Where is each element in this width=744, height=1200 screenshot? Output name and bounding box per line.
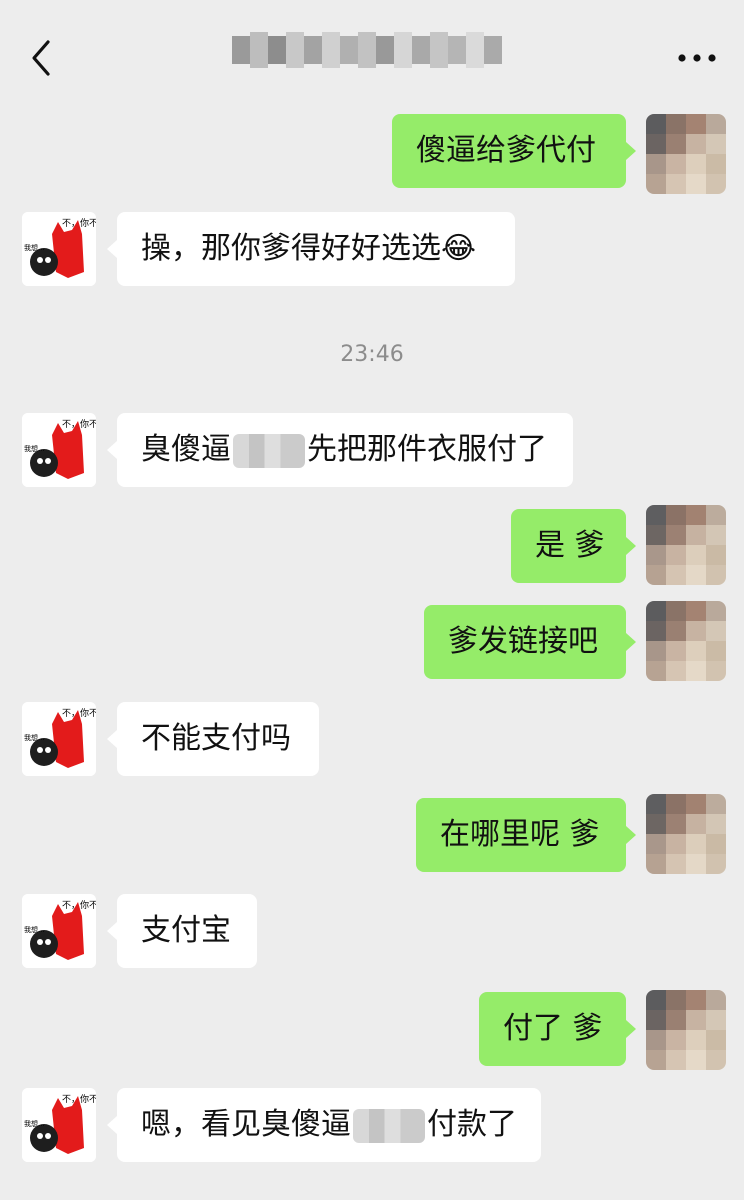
redacted-name bbox=[233, 433, 305, 468]
contact-avatar[interactable]: 不，你不想 我想... bbox=[22, 413, 96, 487]
message-bubble-outgoing[interactable]: 是 爹 bbox=[511, 509, 626, 583]
contact-avatar[interactable]: 不，你不想 我想... bbox=[22, 1088, 96, 1162]
sticker-text-top: 不，你不想 bbox=[62, 899, 96, 911]
message-bubble-outgoing[interactable]: 付了 爹 bbox=[479, 992, 626, 1066]
bubble-tail bbox=[626, 826, 636, 844]
timestamp: 23:46 bbox=[340, 342, 404, 367]
message-text: 是 爹 bbox=[535, 528, 605, 563]
bubble-tail bbox=[626, 537, 636, 555]
sticker-text-top: 不，你不想 bbox=[62, 1093, 96, 1105]
sticker-text-bottom: 我想... bbox=[24, 733, 45, 742]
my-avatar[interactable] bbox=[646, 601, 726, 681]
message-text-after: 先把那件衣服付了 bbox=[307, 432, 547, 467]
sticker-avatar: 不，你不想 我想... bbox=[22, 702, 96, 776]
message-text-before: 臭傻逼 bbox=[141, 432, 231, 467]
sticker-text-bottom: 我想... bbox=[24, 444, 45, 453]
blurred-title bbox=[232, 32, 502, 68]
bubble-tail bbox=[107, 1116, 117, 1134]
blurred-avatar bbox=[646, 601, 726, 681]
sticker-text-top: 不，你不想 bbox=[62, 217, 96, 229]
contact-avatar[interactable]: 不，你不想 我想... bbox=[22, 894, 96, 968]
my-avatar[interactable] bbox=[646, 114, 726, 194]
message-bubble-outgoing[interactable]: 傻逼给爹代付 bbox=[392, 114, 626, 188]
message-text-before: 嗯，看见臭傻逼 bbox=[141, 1107, 351, 1142]
bubble-tail bbox=[107, 922, 117, 940]
bubble-tail bbox=[107, 441, 117, 459]
sticker-text-bottom: 我想... bbox=[24, 1119, 45, 1128]
sticker-text-top: 不，你不想 bbox=[62, 707, 96, 719]
bubble-tail bbox=[626, 633, 636, 651]
redacted-name bbox=[353, 1108, 425, 1143]
my-avatar[interactable] bbox=[646, 990, 726, 1070]
bubble-tail bbox=[626, 1020, 636, 1038]
sticker-avatar: 不，你不想 我想... bbox=[22, 212, 96, 286]
message-text: 付了 爹 bbox=[503, 1011, 603, 1046]
blurred-avatar bbox=[646, 114, 726, 194]
my-avatar[interactable] bbox=[646, 505, 726, 585]
message-text: 在哪里呢 爹 bbox=[440, 817, 600, 852]
message-bubble-outgoing[interactable]: 爹发链接吧 bbox=[424, 605, 626, 679]
sticker-avatar: 不，你不想 我想... bbox=[22, 1088, 96, 1162]
message-bubble-incoming[interactable]: 嗯，看见臭傻逼 付款了 bbox=[117, 1088, 541, 1162]
message-bubble-outgoing[interactable]: 在哪里呢 爹 bbox=[416, 798, 626, 872]
message-text: 爹发链接吧 bbox=[448, 624, 598, 659]
message-text-after: 付款了 bbox=[427, 1107, 517, 1142]
back-button[interactable] bbox=[22, 36, 62, 80]
chat-title bbox=[232, 32, 512, 68]
blurred-avatar bbox=[646, 505, 726, 585]
chat-header bbox=[0, 0, 744, 104]
bubble-tail bbox=[107, 240, 117, 258]
bubble-tail bbox=[626, 142, 636, 160]
message-bubble-incoming[interactable]: 不能支付吗 bbox=[117, 702, 319, 776]
sticker-text-bottom: 我想... bbox=[24, 925, 45, 934]
chevron-left-icon bbox=[32, 40, 50, 76]
blurred-avatar bbox=[646, 794, 726, 874]
message-bubble-incoming[interactable]: 支付宝 bbox=[117, 894, 257, 968]
sticker-text-bottom: 我想... bbox=[24, 243, 45, 252]
blurred-avatar bbox=[646, 990, 726, 1070]
message-text: 傻逼给爹代付 bbox=[416, 133, 596, 168]
sticker-avatar: 不，你不想 我想... bbox=[22, 894, 96, 968]
sticker-text-top: 不，你不想 bbox=[62, 418, 96, 430]
more-horizontal-icon bbox=[678, 54, 716, 62]
more-button[interactable] bbox=[672, 40, 722, 76]
contact-avatar[interactable]: 不，你不想 我想... bbox=[22, 702, 96, 776]
message-text: 支付宝 bbox=[141, 913, 231, 948]
message-text: 不能支付吗 bbox=[141, 721, 291, 756]
my-avatar[interactable] bbox=[646, 794, 726, 874]
message-text: 操，那你爹得好好选选😂 bbox=[141, 231, 477, 266]
bubble-tail bbox=[107, 730, 117, 748]
sticker-avatar: 不，你不想 我想... bbox=[22, 413, 96, 487]
message-bubble-incoming[interactable]: 操，那你爹得好好选选😂 bbox=[117, 212, 515, 286]
message-bubble-incoming[interactable]: 臭傻逼 先把那件衣服付了 bbox=[117, 413, 573, 487]
contact-avatar[interactable]: 不，你不想 我想... bbox=[22, 212, 96, 286]
